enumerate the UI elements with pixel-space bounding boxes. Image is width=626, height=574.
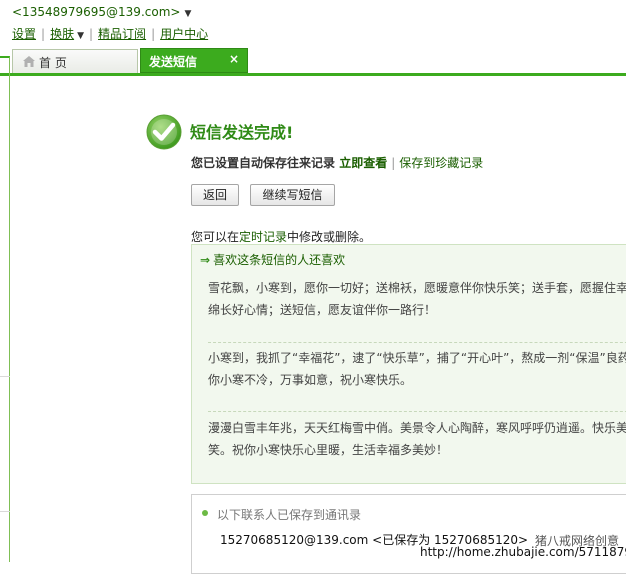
top-links: 设置 | 换肤 ▼ | 精品订阅 | 用户中心: [12, 25, 208, 42]
home-icon: [23, 56, 35, 67]
watermark-url: http://home.zhubajie.com/5711879/: [420, 545, 626, 559]
close-icon[interactable]: ×: [229, 52, 239, 66]
divider: |: [391, 156, 396, 170]
back-button[interactable]: 返回: [191, 184, 239, 206]
message-line: 雪花飘，小寒到，愿你一切好；送棉袄，愿暖意伴你快乐笑；送手套，愿握住幸: [208, 281, 626, 295]
suggestions-heading-text: 喜欢这条短信的人还喜欢: [213, 253, 346, 267]
user-center-link[interactable]: 用户中心: [160, 27, 208, 41]
divider: |: [89, 27, 94, 41]
suggestions-panel: ⇒ 喜欢这条短信的人还喜欢 雪花飘，小寒到，愿你一切好；送棉袄，愿暖意伴你快乐笑；…: [191, 244, 626, 484]
message-line: 你小寒不冷，万事如意，祝小寒快乐。: [208, 373, 413, 387]
dashed-divider: [208, 411, 626, 412]
autosave-text: 您已设置自动保存往来记录: [191, 156, 336, 170]
page-title: 短信发送完成!: [190, 123, 294, 142]
divider: |: [151, 27, 156, 41]
success-check-icon: [146, 114, 182, 150]
tab-send-sms[interactable]: 发送短信 ×: [140, 48, 248, 73]
tab-send-sms-label: 发送短信: [149, 55, 198, 69]
save-favorite-link[interactable]: 保存到珍藏记录: [399, 156, 483, 170]
suggested-message[interactable]: 雪花飘，小寒到，愿你一切好；送棉袄，愿暖意伴你快乐笑；送手套，愿握住幸 绵长好心…: [208, 277, 626, 321]
view-now-link[interactable]: 立即查看: [339, 156, 387, 170]
saved-contacts-header: 以下联系人已保存到通讯录: [217, 508, 362, 522]
chevron-down-icon[interactable]: ▼: [184, 9, 191, 19]
skin-link[interactable]: 换肤: [50, 27, 74, 41]
settings-link[interactable]: 设置: [12, 27, 36, 41]
tab-home[interactable]: 首 页: [12, 49, 138, 73]
left-divider: [0, 376, 10, 377]
left-divider: [0, 511, 10, 512]
top-bar: <13548979695@139.com> ▼ 设置 | 换肤 ▼ | 精品订阅 | 用户中心: [0, 0, 626, 46]
account-menu[interactable]: <13548979695@139.com> ▼: [12, 5, 191, 19]
note-suffix: 中修改或删除。: [287, 230, 372, 244]
message-line: 小寒到，我抓了“幸福花”，逮了“快乐草”，捕了“开心叶”，熬成一剂“保温”良药: [208, 351, 626, 365]
note-prefix: 您可以在: [191, 230, 240, 244]
message-line: 绵长好心情；送短信，愿友谊伴你一路行！: [208, 303, 437, 317]
arrow-right-icon: ⇒: [200, 253, 211, 267]
scheduled-records-link[interactable]: 定时记录: [239, 230, 287, 244]
divider: |: [41, 27, 46, 41]
tab-home-label: 首 页: [39, 56, 67, 70]
subscription-link[interactable]: 精品订阅: [98, 27, 146, 41]
autosave-line: 您已设置自动保存往来记录 立即查看 | 保存到珍藏记录: [191, 154, 483, 171]
suggested-message[interactable]: 漫漫白雪丰年兆，天天红梅雪中俏。美景令人心陶醉，寒风呼呼仍逍遥。快乐美 笑。祝你…: [208, 417, 626, 461]
schedule-note: 您可以在定时记录中修改或删除。: [191, 228, 371, 245]
dashed-divider: [208, 342, 626, 343]
left-frame-edge: [0, 56, 10, 562]
suggestions-heading: ⇒ 喜欢这条短信的人还喜欢: [200, 251, 345, 268]
bullet-icon: [202, 510, 208, 516]
suggested-message[interactable]: 小寒到，我抓了“幸福花”，逮了“快乐草”，捕了“开心叶”，熬成一剂“保温”良药 …: [208, 347, 626, 391]
account-email[interactable]: <13548979695@139.com>: [12, 5, 180, 19]
chevron-down-icon[interactable]: ▼: [77, 31, 84, 41]
message-line: 笑。祝你小寒快乐心里暖，生活幸福多美妙！: [208, 443, 449, 457]
continue-writing-button[interactable]: 继续写短信: [250, 184, 335, 206]
message-line: 漫漫白雪丰年兆，天天红梅雪中俏。美景令人心陶醉，寒风呼呼仍逍遥。快乐美: [208, 421, 626, 435]
